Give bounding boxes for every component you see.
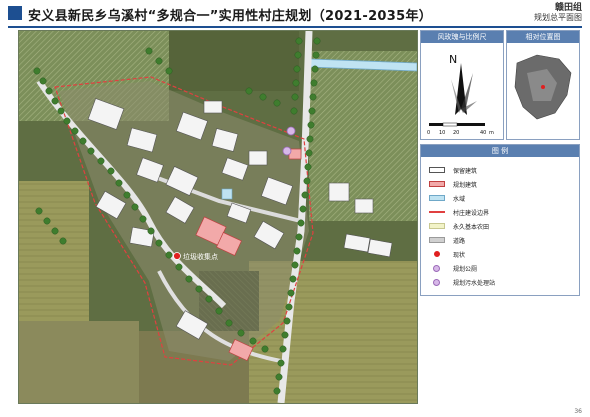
legend-swatch [429, 223, 445, 229]
scale-label: 40 [480, 130, 486, 136]
location-map [514, 54, 572, 120]
page-number: 36 [574, 408, 582, 415]
legend-title: 图 例 [421, 145, 579, 157]
location-panel: 相对位置图 [506, 30, 580, 140]
legend-item: 现状 [429, 249, 465, 259]
scale-label: 20 [453, 130, 459, 136]
legend-swatch [429, 167, 445, 173]
page-title: 安义县新民乡乌溪村“多规合一”实用性村庄规划（2021-2035年） [28, 9, 433, 24]
scale-unit: m [489, 130, 494, 136]
legend-swatch [433, 278, 440, 286]
farmland-w [19, 181, 89, 321]
legend-label: 道路 [453, 237, 466, 245]
legend-item: 保留建筑 [429, 165, 477, 175]
wind-rose-panel: 风玫瑰与比例尺 N 0 10 20 40 m [420, 30, 504, 140]
scale-label: 0 [427, 130, 430, 136]
map-canvas: 垃圾收集点 [19, 31, 417, 403]
farmland-sw [19, 321, 139, 403]
scale-seg [457, 123, 485, 126]
status-marker[interactable] [173, 252, 181, 260]
legend-swatch [429, 211, 445, 213]
legend-item: 道路 [429, 235, 465, 245]
farmland-ne [309, 51, 417, 221]
legend-label: 保留建筑 [453, 167, 478, 175]
forest-n [169, 31, 299, 91]
scale-label: 10 [439, 130, 445, 136]
group-label: 赣田组 [554, 3, 582, 13]
title-marker [8, 6, 22, 20]
wind-rose-graphic: N 0 10 20 40 m [427, 53, 494, 136]
legend-swatch [433, 264, 440, 272]
legend-item: 永久基本农田 [429, 221, 489, 231]
location-dot [541, 85, 545, 89]
marker-label: 垃圾收集点 [183, 252, 218, 261]
title-bar: 安义县新民乡乌溪村“多规合一”实用性村庄规划（2021-2035年） [8, 4, 582, 28]
title-rule [8, 26, 582, 28]
legend-swatch [429, 237, 445, 243]
legend-label: 规划污水处理站 [453, 279, 496, 287]
legend-label: 永久基本农田 [453, 223, 490, 231]
legend-label: 规划公厕 [453, 265, 478, 273]
north-label: N [449, 53, 457, 66]
legend-label: 现状 [453, 251, 466, 259]
legend-item: 规划污水处理站 [429, 277, 495, 287]
legend-swatch [434, 251, 440, 257]
pond [221, 188, 233, 200]
scale-seg [429, 123, 443, 126]
legend-item: 水域 [429, 193, 465, 203]
legend-item: 村庄建设边界 [429, 207, 489, 217]
aerial-map[interactable]: 垃圾收集点 [18, 30, 418, 404]
legend-label: 水域 [453, 195, 466, 203]
location-title: 相对位置图 [507, 31, 579, 43]
legend-panel: 图 例 保留建筑规划建筑水域村庄建设边界 永久基本农田 道路现状规划公厕规划污水处理… [420, 144, 580, 296]
legend-label: 规划建筑 [453, 181, 478, 189]
legend-swatch [429, 195, 445, 201]
legend-label: 村庄建设边界 [453, 209, 490, 217]
wind-rose-title: 风玫瑰与比例尺 [421, 31, 503, 43]
legend-item: 规划公厕 [429, 263, 477, 273]
planned-toilet-marker[interactable] [282, 146, 292, 156]
map-subtitle: 规划总平面图 [534, 13, 582, 22]
scale-seg [442, 122, 458, 127]
side-title: 赣田组 规划总平面图 [534, 3, 582, 23]
legend-swatch [429, 181, 445, 187]
legend-item: 规划建筑 [429, 179, 477, 189]
planned-toilet-marker[interactable] [286, 126, 296, 136]
